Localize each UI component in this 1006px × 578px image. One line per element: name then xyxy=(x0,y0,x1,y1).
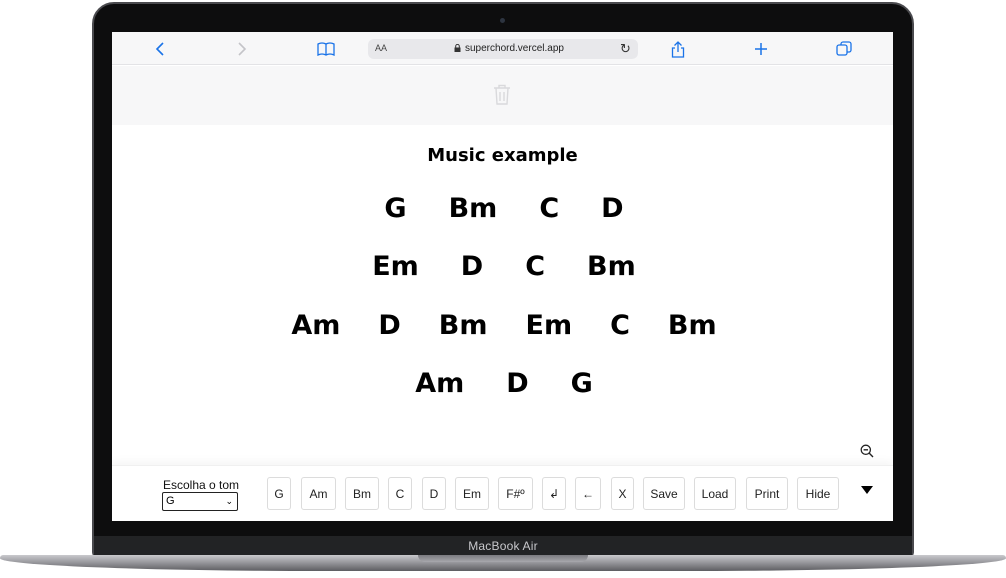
chord-button-em[interactable]: Em xyxy=(455,477,489,510)
chord-button-bm[interactable]: Bm xyxy=(345,477,379,510)
chord[interactable]: D xyxy=(485,368,549,399)
address-bar[interactable]: AA superchord.vercel.app ↻ xyxy=(368,39,638,59)
tone-label: Escolha o tom xyxy=(163,478,240,492)
chord-button-d[interactable]: D xyxy=(422,477,446,510)
chord-button-fsharp-dim[interactable]: F#º xyxy=(498,477,533,510)
newline-button[interactable]: ↲ xyxy=(542,477,566,510)
save-button[interactable]: Save xyxy=(643,477,685,510)
chord[interactable]: D xyxy=(580,193,644,224)
chord-button-g[interactable]: G xyxy=(267,477,291,510)
trash-drop-area[interactable] xyxy=(112,66,893,125)
reader-button[interactable]: AA xyxy=(375,43,387,53)
chord[interactable]: C xyxy=(518,193,580,224)
bookmarks-icon[interactable] xyxy=(316,39,336,59)
lock-icon xyxy=(454,44,461,52)
trash-icon[interactable] xyxy=(492,83,512,105)
clear-button[interactable]: X xyxy=(611,477,634,510)
chord[interactable]: Am xyxy=(272,310,359,341)
browser-screen: AA superchord.vercel.app ↻ Music example… xyxy=(112,32,893,521)
chord-line-1: G Bm C D xyxy=(115,193,893,224)
chord[interactable]: C xyxy=(504,251,566,282)
chord-button-c[interactable]: C xyxy=(388,477,412,510)
song-content: Music example G Bm C D Em D C Bm Am D Bm… xyxy=(112,125,893,465)
chord-line-2: Em D C Bm xyxy=(115,251,893,282)
forward-icon[interactable] xyxy=(232,39,252,59)
zoom-out-icon[interactable] xyxy=(860,444,874,458)
chord[interactable]: Bm xyxy=(649,310,736,341)
hide-button[interactable]: Hide xyxy=(797,477,839,510)
chord-line-4: Am D G xyxy=(115,368,893,399)
chord[interactable]: D xyxy=(359,310,419,341)
chord[interactable]: Bm xyxy=(566,251,657,282)
chord[interactable]: G xyxy=(550,368,614,399)
tone-select-value: G xyxy=(166,495,175,507)
load-button[interactable]: Load xyxy=(694,477,736,510)
laptop-notch xyxy=(418,555,588,562)
chord-button-am[interactable]: Am xyxy=(301,477,336,510)
new-tab-icon[interactable] xyxy=(751,39,771,59)
chord[interactable]: Em xyxy=(351,251,440,282)
device-label: MacBook Air xyxy=(468,539,538,553)
chord[interactable]: Bm xyxy=(420,310,507,341)
chord[interactable]: Em xyxy=(507,310,592,341)
chord[interactable]: C xyxy=(591,310,649,341)
back-icon[interactable] xyxy=(150,39,170,59)
chevron-down-icon: ⌄ xyxy=(225,496,233,506)
share-icon[interactable] xyxy=(668,39,688,59)
chord-line-3: Am D Bm Em C Bm xyxy=(115,310,893,341)
laptop-mockup: AA superchord.vercel.app ↻ Music example… xyxy=(0,0,1006,578)
reload-icon[interactable]: ↻ xyxy=(620,41,631,57)
chord-toolbar: Escolha o tom G ⌄ G Am Bm C D Em F#º ↲ ←… xyxy=(112,465,893,521)
chord[interactable]: D xyxy=(440,251,504,282)
tabs-icon[interactable] xyxy=(834,39,854,59)
song-title: Music example xyxy=(427,145,578,166)
chord[interactable]: Am xyxy=(394,368,485,399)
caret-down-icon[interactable] xyxy=(861,486,873,494)
chord[interactable]: Bm xyxy=(428,193,519,224)
print-button[interactable]: Print xyxy=(746,477,788,510)
backspace-button[interactable]: ← xyxy=(575,477,601,510)
chord[interactable]: G xyxy=(363,193,427,224)
url-text: superchord.vercel.app xyxy=(465,43,564,54)
browser-toolbar: AA superchord.vercel.app ↻ xyxy=(112,32,893,65)
tone-select[interactable]: G ⌄ xyxy=(162,492,238,511)
camera xyxy=(500,18,505,23)
